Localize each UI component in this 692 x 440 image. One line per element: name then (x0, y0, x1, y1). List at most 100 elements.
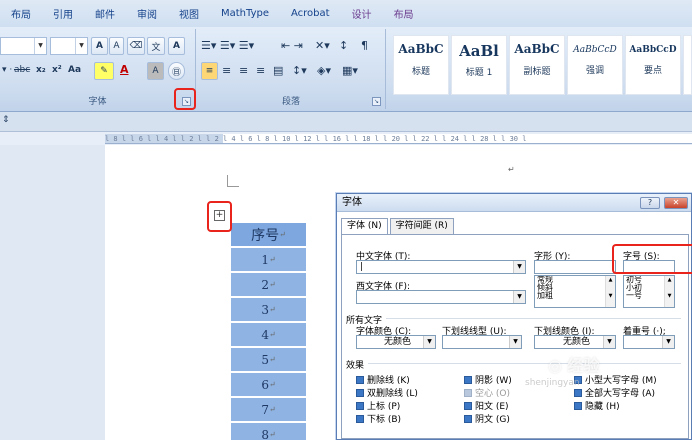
align-left-icon[interactable]: ≡ (201, 62, 218, 80)
checkbox-box[interactable] (356, 401, 364, 410)
align-center-icon[interactable]: ≡ (222, 64, 231, 77)
line-spacing-icon[interactable]: ↕▾ (292, 64, 307, 77)
tab-table-design[interactable]: 设计 (341, 0, 383, 27)
bullets-icon[interactable]: ☰▾ ☰▾ ☰▾ (201, 39, 254, 52)
subscript-button[interactable]: x₂ (36, 65, 46, 75)
checkbox-box[interactable] (464, 414, 472, 423)
tab-references[interactable]: 引用 (42, 0, 84, 27)
table-row[interactable]: 7 ↵ (230, 397, 307, 422)
table-row[interactable]: 1 ↵ (230, 247, 307, 272)
align-right-icon[interactable]: ≡ (239, 64, 248, 77)
justify-icon[interactable]: ≡ (256, 64, 265, 77)
style-emphasis[interactable]: AaBbCcD 强调 (567, 35, 623, 95)
engrave-checkbox[interactable]: 阴文 (G) (464, 412, 510, 425)
chevron-down-icon[interactable]: ▼ (513, 261, 525, 273)
chinese-layout-icon[interactable]: ✕▾ (315, 39, 330, 52)
tab-review[interactable]: 审阅 (126, 0, 168, 27)
checkbox-box[interactable] (464, 401, 472, 410)
list-item[interactable]: 加粗 (537, 292, 615, 300)
font-color-button[interactable]: A (120, 63, 129, 76)
scrollbar[interactable]: ▲ ▼ (664, 276, 674, 307)
scrollbar[interactable]: ▲ ▼ (605, 276, 615, 307)
highlight-color-icon[interactable]: ✎ (94, 62, 114, 80)
tab-view[interactable]: 视图 (168, 0, 210, 27)
style-title[interactable]: AaBbC 标题 (393, 35, 449, 95)
grow-font-button[interactable]: A (91, 37, 108, 55)
indent-icon[interactable]: ⇤ ⇥ (281, 39, 303, 52)
double-strikethrough-checkbox[interactable]: 双删除线 (L) (356, 386, 418, 399)
enclose-char-icon[interactable]: ㊐ (168, 62, 185, 80)
shading-icon[interactable]: ◈▾ (317, 64, 331, 77)
tab-acrobat[interactable]: Acrobat (280, 0, 341, 27)
change-case-button[interactable]: Aa (68, 65, 81, 75)
checkbox-box[interactable] (356, 375, 364, 384)
font-style-input[interactable] (534, 260, 616, 274)
font-dialog[interactable]: 字体 ? ✕ 字体 (N) 字符间距 (R) 中文字体 (T): | ▼ 西文字体… (336, 193, 692, 440)
table-row[interactable]: 2 ↵ (230, 272, 307, 297)
underline-dropdown-icon[interactable]: ▾ · (2, 65, 12, 75)
subscript-checkbox[interactable]: 下标 (B) (356, 412, 401, 425)
style-subtitle[interactable]: AaBbC 副标题 (509, 35, 565, 95)
checkbox-box[interactable] (356, 388, 364, 397)
chevron-down-icon[interactable]: ▼ (509, 336, 521, 348)
tab-mathtype[interactable]: MathType (210, 0, 280, 27)
hidden-checkbox[interactable]: 隐藏 (H) (574, 399, 620, 412)
font-size-combo[interactable]: ▼ (50, 37, 88, 55)
help-button[interactable]: ? (640, 197, 660, 209)
superscript-button[interactable]: x² (52, 65, 62, 75)
western-font-combo[interactable]: ▼ (356, 290, 526, 304)
font-style-list[interactable]: 常规 倾斜 加粗 ▲ ▼ (534, 275, 616, 308)
distribute-icon[interactable]: ▤ (273, 64, 283, 77)
table-row[interactable]: 8 ↵ (230, 422, 307, 440)
paragraph-dialog-launcher-icon[interactable]: ↘ (372, 97, 381, 106)
chevron-down-icon[interactable]: ▼ (603, 336, 615, 348)
chevron-down-icon[interactable]: ▼ (662, 336, 674, 348)
superscript-checkbox[interactable]: 上标 (P) (356, 399, 400, 412)
dialog-titlebar[interactable]: 字体 ? ✕ (337, 194, 691, 212)
size-list[interactable]: 初号 小初 一号 ▲ ▼ (623, 275, 675, 308)
checkbox-box[interactable] (356, 414, 364, 423)
tab-layout[interactable]: 布局 (0, 0, 42, 27)
font-color-combo[interactable]: 无颜色 ▼ (356, 335, 436, 349)
style-strong[interactable]: AaBbCcD 要点 (625, 35, 681, 95)
font-name-combo[interactable]: ▼ (0, 37, 47, 55)
chevron-down-icon[interactable]: ▼ (423, 336, 435, 348)
style-more[interactable] (683, 35, 692, 95)
emphasis-mark-combo[interactable]: ▼ (623, 335, 675, 349)
shrink-font-button[interactable]: A (109, 37, 124, 55)
chevron-down-icon[interactable]: ▼ (75, 38, 87, 54)
character-border-button[interactable]: A (168, 37, 185, 55)
chinese-font-combo[interactable]: | ▼ (356, 260, 526, 274)
table-row[interactable]: 5 ↵ (230, 347, 307, 372)
strikethrough-checkbox[interactable]: 删除线 (K) (356, 373, 410, 386)
clear-format-icon[interactable]: ⌫ (127, 37, 145, 55)
underline-style-combo[interactable]: ▼ (442, 335, 522, 349)
checkbox-box[interactable] (574, 401, 582, 410)
emboss-checkbox[interactable]: 阳文 (E) (464, 399, 509, 412)
checkbox-box[interactable] (464, 375, 472, 384)
chevron-down-icon[interactable]: ▼ (34, 38, 46, 54)
horizontal-ruler[interactable]: l 8 l l 6 l l 4 l l 2 l l 2 l 4 l 6 l 8 … (105, 134, 692, 144)
underline-color-combo[interactable]: 无颜色 ▼ (534, 335, 616, 349)
table-header-cell[interactable]: 序号 ↵ (230, 222, 307, 247)
shadow-checkbox[interactable]: 阴影 (W) (464, 373, 512, 386)
tab-mailings[interactable]: 邮件 (84, 0, 126, 27)
chevron-down-icon[interactable]: ▼ (513, 291, 525, 303)
char-shading-button[interactable]: A (147, 62, 164, 80)
borders-icon[interactable]: ▦▾ (342, 64, 358, 77)
all-caps-checkbox[interactable]: 全部大写字母 (A) (574, 386, 655, 399)
sort-icon[interactable]: ↕ (339, 39, 348, 52)
table-row[interactable]: 4 ↵ (230, 322, 307, 347)
style-heading1[interactable]: AaBl 标题 1 (451, 35, 507, 95)
table-row[interactable]: 6 ↵ (230, 372, 307, 397)
show-marks-icon[interactable]: ¶ (361, 39, 368, 52)
tab-table-layout[interactable]: 布局 (383, 0, 425, 27)
close-button[interactable]: ✕ (664, 197, 688, 209)
phonetic-guide-icon[interactable]: 文 (147, 37, 165, 55)
document-table[interactable]: 序号 ↵ 1 ↵ 2 ↵ 3 ↵ 4 ↵ 5 ↵ 6 ↵ 7 ↵ 8 ↵ (230, 222, 310, 440)
checkbox-box[interactable] (574, 388, 582, 397)
tab-character-spacing[interactable]: 字符间距 (R) (389, 218, 454, 234)
tab-font[interactable]: 字体 (N) (341, 218, 388, 235)
ruler-toggle-icon[interactable]: ⇕ (2, 115, 10, 125)
table-row[interactable]: 3 ↵ (230, 297, 307, 322)
